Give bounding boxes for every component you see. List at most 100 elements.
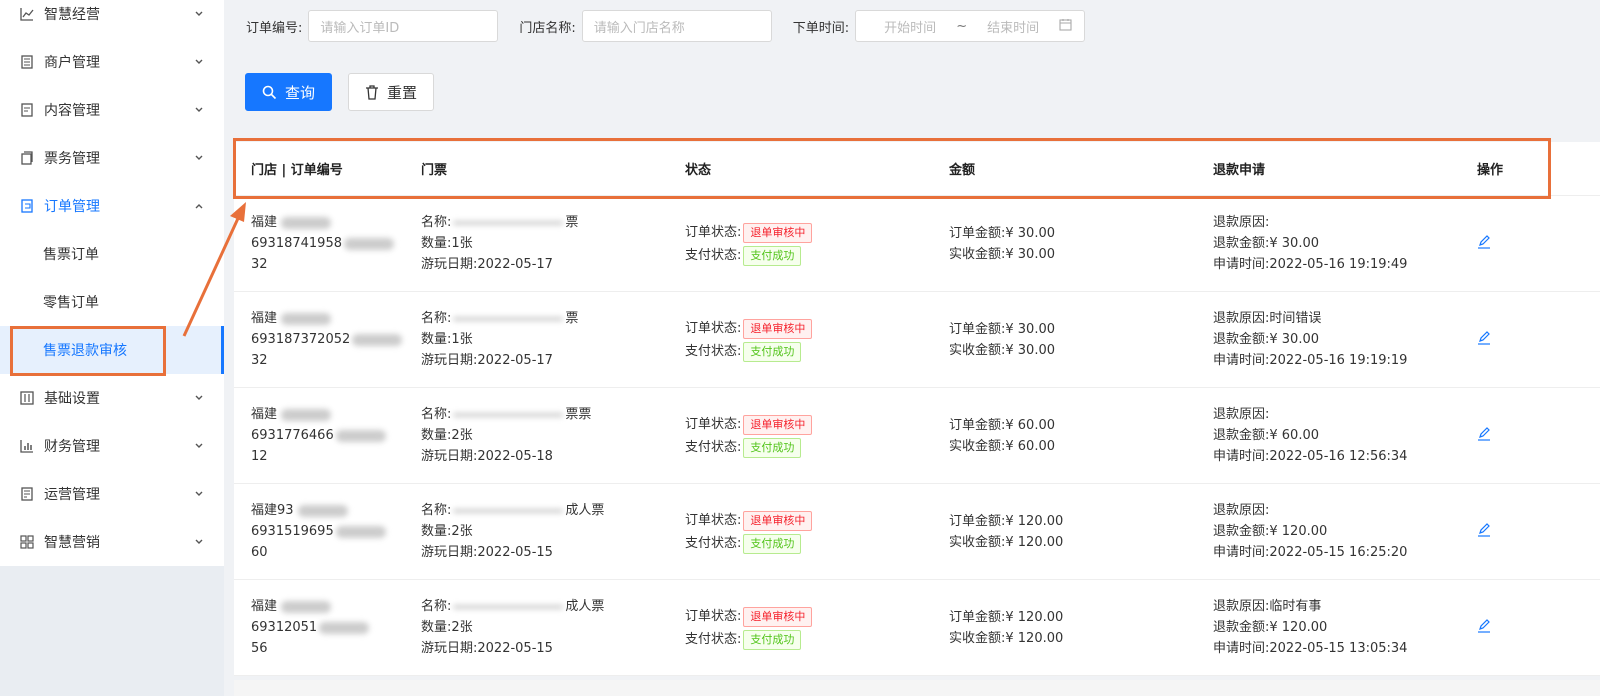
date-range-picker[interactable]: 开始时间 ~ 结束时间 [855, 10, 1086, 42]
refund-reason: 退款原因: [1213, 503, 1270, 518]
sidebar-item-finance[interactable]: 财务管理 [0, 422, 224, 470]
cell-actions [1474, 426, 1574, 445]
sidebar-item-merchant[interactable]: 商户管理 [0, 38, 224, 86]
refund-amount: 退款金额:¥ 120.00 [1213, 620, 1328, 635]
refund-reason: 退款原因: [1213, 407, 1270, 422]
redacted-blur [335, 429, 386, 442]
sidebar-item-operation[interactable]: 运营管理 [0, 470, 224, 518]
order-status-line: 订单状态: 退单审核中 [685, 414, 946, 435]
edit-icon[interactable] [1477, 426, 1491, 441]
cell-store-order: 福建 69312051 56 [234, 596, 418, 659]
sidebar-item-marketing[interactable]: 智慧营销 [0, 518, 224, 566]
cell-actions [1474, 618, 1574, 637]
redacted-blur [453, 508, 564, 513]
store-name: 福建 [251, 404, 418, 425]
sidebar-item-smart-business[interactable]: 智慧经营 [0, 0, 224, 28]
chevron-down-icon [194, 393, 204, 403]
start-time-placeholder[interactable]: 开始时间 [884, 17, 936, 36]
ticket-name-label: 名称: [421, 407, 452, 422]
order-id-line: 69312051 [251, 617, 418, 638]
apply-time: 申请时间:2022-05-16 19:19:19 [1213, 353, 1408, 368]
cell-refund-request: 退款原因: 退款金额:¥ 30.00 申请时间:2022-05-16 19:19:4… [1210, 212, 1474, 275]
ticket-name-label: 名称: [421, 215, 452, 230]
cell-amount: 订单金额:¥ 120.00 实收金额:¥ 120.00 [946, 511, 1210, 553]
calendar-icon [1059, 18, 1072, 35]
cell-status: 订单状态: 退单审核中 支付状态: 支付成功 [682, 510, 946, 554]
cell-amount: 订单金额:¥ 30.00 实收金额:¥ 30.00 [946, 319, 1210, 361]
chevron-down-icon [194, 489, 204, 499]
cell-ticket: 名称: 票数量:1张 游玩日期:2022-05-17 [418, 308, 682, 371]
trash-icon [365, 84, 379, 100]
search-button[interactable]: 查询 [245, 73, 333, 111]
pay-status-label: 支付状态: [685, 247, 742, 263]
sidebar-item-order[interactable]: 订单管理 [0, 182, 224, 230]
visit-date: 游玩日期:2022-05-15 [421, 545, 553, 560]
cell-store-order: 福建 6931776466 12 [234, 404, 418, 467]
redacted-blur [453, 220, 564, 225]
order-status-line: 订单状态: 退单审核中 [685, 222, 946, 243]
reset-button[interactable]: 重置 [348, 73, 435, 111]
refund-reason: 退款原因:临时有事 [1213, 599, 1322, 614]
chevron-down-icon [194, 57, 204, 67]
store-name-text: 福建93 [251, 503, 294, 518]
reset-button-label: 重置 [387, 83, 418, 102]
sidebar-item-content[interactable]: 内容管理 [0, 86, 224, 134]
apply-time: 申请时间:2022-05-15 16:25:20 [1213, 545, 1408, 560]
cell-store-order: 福建93 6931519695 60 [234, 500, 418, 563]
action-buttons: 查询 重置 [245, 73, 450, 111]
sidebar-item-label: 智慧经营 [44, 7, 100, 23]
sidebar-subitem-retail-orders[interactable]: 零售订单 [0, 278, 224, 326]
sidebar-item-label: 内容管理 [44, 103, 100, 119]
chevron-down-icon [194, 9, 204, 19]
ticket-quantity: 数量:2张 [421, 524, 473, 539]
order-id-line: 693187372052 [251, 329, 418, 350]
paid-amount: 实收金额:¥ 60.00 [949, 438, 1055, 454]
redacted-blur [281, 216, 332, 229]
visit-date: 游玩日期:2022-05-15 [421, 641, 553, 656]
sidebar-subitem-ticket-orders[interactable]: 售票订单 [0, 230, 224, 278]
ticket-name-text: 票 [565, 215, 579, 230]
grid-icon [20, 535, 34, 549]
annotation-highlight-refund-menu [10, 326, 166, 376]
cell-status: 订单状态: 退单审核中 支付状态: 支付成功 [682, 222, 946, 266]
status-badge: 退单审核中 [743, 318, 813, 339]
order-id-input[interactable]: 请输入订单ID [308, 10, 499, 42]
table-body: 福建 69318741958 32 名称: 票数量:1张 游玩日期:2022-05-17 订… [234, 196, 1600, 676]
sidebar-item-ticket[interactable]: 票务管理 [0, 134, 224, 182]
redacted-blur [453, 412, 564, 417]
edit-icon[interactable] [1477, 234, 1491, 249]
status-badge: 退单审核中 [743, 222, 813, 243]
status-badge: 支付成功 [743, 341, 802, 362]
redacted-blur [453, 316, 564, 321]
cell-store-order: 福建 69318741958 32 [234, 212, 418, 275]
ticket-quantity: 数量:2张 [421, 620, 473, 635]
cell-actions [1474, 330, 1574, 349]
chevron-down-icon [194, 441, 204, 451]
ticket-name-text: 票 [565, 311, 579, 326]
cell-amount: 订单金额:¥ 60.00 实收金额:¥ 60.00 [946, 415, 1210, 457]
pay-status-line: 支付状态: 支付成功 [685, 629, 946, 650]
store-name-placeholder: 请输入门店名称 [593, 20, 685, 36]
edit-icon[interactable] [1477, 522, 1491, 537]
search-icon [262, 85, 277, 100]
ticket-quantity: 数量:1张 [421, 236, 473, 251]
pay-status-label: 支付状态: [685, 631, 742, 647]
redacted-blur [352, 333, 403, 346]
store-name: 福建 [251, 308, 418, 329]
sidebar-item-basic-settings[interactable]: 基础设置 [0, 374, 224, 422]
store-name-input[interactable]: 请输入门店名称 [581, 10, 772, 42]
cell-amount: 订单金额:¥ 30.00 实收金额:¥ 30.00 [946, 223, 1210, 265]
edit-icon[interactable] [1477, 330, 1491, 345]
cell-store-order: 福建 693187372052 32 [234, 308, 418, 371]
cell-refund-request: 退款原因: 退款金额:¥ 60.00 申请时间:2022-05-16 12:56:3… [1210, 404, 1474, 467]
order-id-text: 6931776466 [251, 428, 334, 443]
order-amount: 订单金额:¥ 30.00 [949, 225, 1055, 241]
bar-chart-icon [20, 439, 34, 453]
end-time-placeholder[interactable]: 结束时间 [987, 17, 1039, 36]
cell-status: 订单状态: 退单审核中 支付状态: 支付成功 [682, 606, 946, 650]
order-status-label: 订单状态: [685, 608, 742, 624]
cell-refund-request: 退款原因:时间错误 退款金额:¥ 30.00 申请时间:2022-05-16 19:… [1210, 308, 1474, 371]
edit-icon[interactable] [1477, 618, 1491, 633]
pay-status-line: 支付状态: 支付成功 [685, 245, 946, 266]
order-status-label: 订单状态: [685, 512, 742, 528]
